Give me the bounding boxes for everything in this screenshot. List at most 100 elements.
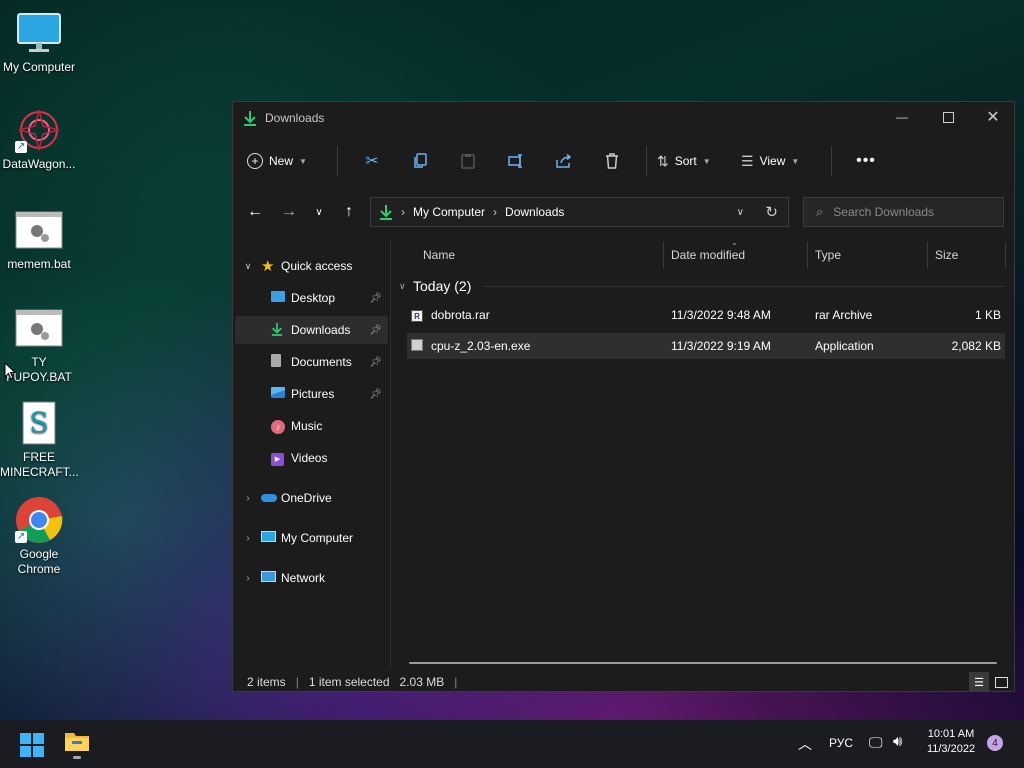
- up-button[interactable]: ↑: [337, 199, 361, 225]
- table-row[interactable]: R dobrota.rar 11/3/2022 9:48 AM rar Arch…: [407, 302, 1005, 328]
- chevron-right-icon: ›: [401, 205, 405, 219]
- monitor-icon: [15, 10, 63, 56]
- recent-locations-button[interactable]: ∨: [309, 199, 329, 225]
- arrow-up-icon: ↑: [345, 203, 353, 220]
- column-header-name[interactable]: Name: [423, 242, 455, 268]
- paste-button[interactable]: [444, 144, 492, 178]
- svg-text:S: S: [29, 406, 48, 439]
- breadcrumb-downloads[interactable]: Downloads: [505, 205, 564, 219]
- address-bar[interactable]: › My Computer › Downloads ∨ ↻: [370, 197, 789, 227]
- status-size: 2.03 MB: [399, 675, 445, 689]
- nav-item-documents[interactable]: Documents 📌︎: [235, 348, 388, 376]
- nav-item-pictures[interactable]: Pictures 📌︎: [235, 380, 388, 408]
- back-button[interactable]: ←: [243, 199, 267, 225]
- share-icon: [556, 154, 572, 168]
- column-header-label: Size: [935, 248, 959, 262]
- rename-button[interactable]: [492, 144, 540, 178]
- horizontal-scrollbar[interactable]: [409, 662, 997, 664]
- pin-icon[interactable]: 📌︎: [369, 325, 382, 336]
- desktop-icon-datawagon[interactable]: ↗ DataWagon...: [0, 107, 78, 172]
- status-selected: 1 item selected: [308, 675, 390, 689]
- nav-network-label: Network: [281, 571, 326, 585]
- desktop-icon-google-chrome[interactable]: ↗ Google Chrome: [0, 497, 78, 577]
- nav-item-downloads[interactable]: Downloads 📌︎: [235, 316, 388, 344]
- nav-item-music[interactable]: ♪ Music: [235, 412, 388, 440]
- nav-item-label: Documents: [291, 355, 352, 369]
- command-bar: + New ▼ ✂ ⇅ Sort ▼ ☰ View ▼ •••: [233, 134, 1014, 188]
- pin-icon[interactable]: 📌︎: [369, 357, 382, 368]
- view-button[interactable]: ☰ View ▼: [741, 144, 821, 178]
- new-button-label: New: [269, 154, 294, 168]
- chevron-right-icon: ›: [246, 572, 250, 584]
- desktop-icon-memem-bat[interactable]: mem​em.bat: [0, 207, 78, 272]
- start-button[interactable]: [20, 733, 44, 757]
- column-header-size[interactable]: Size: [935, 242, 958, 268]
- close-button[interactable]: ✕: [970, 102, 1016, 132]
- download-icon: [271, 322, 291, 339]
- title-bar[interactable]: Downloads — ✕: [233, 102, 1014, 134]
- column-divider[interactable]: [1005, 242, 1006, 268]
- pin-icon[interactable]: 📌︎: [369, 293, 382, 304]
- rar-file-icon: R: [411, 308, 423, 323]
- status-divider: |: [295, 675, 299, 689]
- toolbar-divider: [337, 146, 338, 176]
- toolbar-divider: [831, 146, 832, 176]
- column-header-type[interactable]: Type: [815, 242, 841, 268]
- nav-network[interactable]: › Network: [235, 564, 388, 592]
- chevron-right-icon: ›: [246, 532, 250, 544]
- nav-item-desktop[interactable]: Desktop 📌︎: [235, 284, 388, 312]
- column-header-label: Date modified: [671, 248, 746, 262]
- search-box[interactable]: ⌕ Search Downloads: [803, 197, 1004, 227]
- search-icon: ⌕: [816, 204, 824, 219]
- nav-item-videos[interactable]: ▶ Videos: [235, 444, 388, 472]
- maximize-button[interactable]: [925, 102, 971, 132]
- address-history-chevron-icon[interactable]: ∨: [737, 207, 744, 218]
- desktop-icon-free-minecraft[interactable]: S FREE MINECRAFT...: [0, 400, 79, 480]
- refresh-icon[interactable]: ↻: [765, 203, 778, 221]
- share-button[interactable]: [540, 144, 588, 178]
- show-hidden-icons-button[interactable]: ︿: [798, 734, 812, 754]
- search-placeholder: Search Downloads: [833, 205, 935, 219]
- network-status-icon[interactable]: 🖵︎: [869, 734, 883, 751]
- tiles-view-button[interactable]: [991, 672, 1011, 692]
- details-view-button[interactable]: ☰: [969, 672, 989, 692]
- sort-button[interactable]: ⇅ Sort ▼: [657, 144, 735, 178]
- status-divider: |: [454, 675, 458, 689]
- file-date: 11/3/2022 9:48 AM: [671, 308, 771, 322]
- desktop-folder-icon: [271, 291, 291, 305]
- volume-icon[interactable]: 🔊︎: [893, 733, 902, 750]
- windows-logo-icon: [20, 733, 31, 744]
- minimize-button[interactable]: —: [879, 102, 925, 132]
- delete-button[interactable]: [588, 144, 636, 178]
- pin-icon[interactable]: 📌︎: [369, 389, 382, 400]
- nav-my-computer[interactable]: › My Computer: [235, 524, 388, 552]
- file-explorer-taskbar-button[interactable]: [64, 730, 90, 759]
- clock[interactable]: 10:01 AM 11/3/2022: [922, 727, 980, 757]
- copy-button[interactable]: [396, 144, 444, 178]
- datawagon-icon: ↗: [15, 107, 63, 153]
- breadcrumb-my-computer[interactable]: My Computer: [413, 205, 485, 219]
- new-button[interactable]: + New ▼: [247, 144, 327, 178]
- rename-icon: [508, 154, 522, 168]
- monitor-icon: [261, 531, 281, 545]
- cut-button[interactable]: ✂: [348, 144, 396, 178]
- nav-onedrive[interactable]: › OneDrive: [235, 484, 388, 512]
- nav-my-computer-label: My Computer: [281, 531, 354, 545]
- nav-quick-access[interactable]: ∨ ★ Quick access: [235, 252, 388, 280]
- details-view-icon: ☰: [974, 676, 984, 689]
- column-divider[interactable]: [663, 242, 664, 268]
- forward-button[interactable]: →: [277, 199, 301, 225]
- table-row[interactable]: cpu-z_2.03-en.exe 11/3/2022 9:19 AM Appl…: [407, 333, 1005, 359]
- group-header-label: Today (2): [413, 278, 472, 294]
- more-icon: •••: [856, 152, 876, 169]
- sort-icon: ⇅: [657, 152, 669, 169]
- nav-item-label: Music: [291, 419, 323, 433]
- desktop-icon-my-computer[interactable]: My Computer: [0, 10, 78, 75]
- language-indicator[interactable]: РУС: [829, 736, 853, 750]
- desktop-icon-label: FREE MINECRAFT...: [0, 450, 79, 479]
- group-header-today[interactable]: ∨ Today (2): [399, 276, 1005, 296]
- notification-badge[interactable]: 4: [987, 735, 1003, 751]
- more-options-button[interactable]: •••: [842, 144, 890, 178]
- column-divider[interactable]: [807, 242, 808, 268]
- column-divider[interactable]: [927, 242, 928, 268]
